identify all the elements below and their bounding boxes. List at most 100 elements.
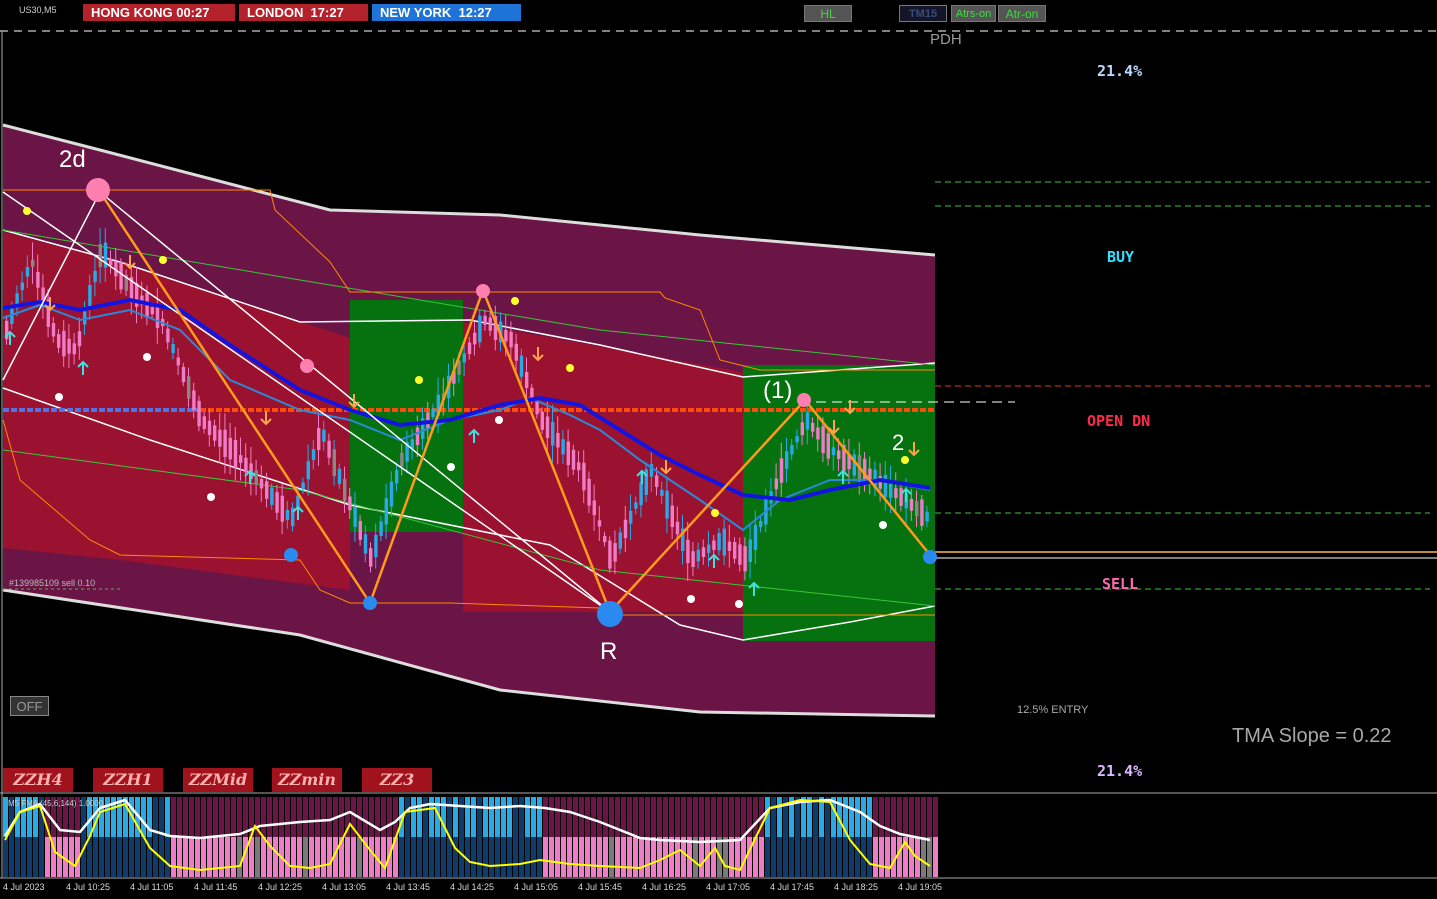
histogram-bar-lower — [189, 837, 194, 877]
sub-indicator-label: M5 FMA (45,6,144) 1.0000 — [8, 799, 104, 808]
candle-body — [504, 329, 508, 342]
histogram-bar-lower — [303, 837, 308, 877]
histogram-bar-lower — [783, 837, 788, 877]
histogram-bar-lower — [843, 837, 848, 877]
candle-body — [431, 408, 435, 417]
candle-body — [915, 501, 919, 517]
off-button[interactable]: OFF — [10, 696, 49, 716]
price-chart[interactable] — [0, 0, 1437, 899]
candle-body — [535, 401, 539, 415]
pivot-high-2d — [86, 178, 110, 202]
histogram-bar-lower — [519, 837, 524, 877]
candle-body — [187, 376, 191, 399]
histogram-bar-lower — [609, 837, 614, 877]
histogram-bar-lower — [933, 837, 938, 877]
histogram-bar-lower — [15, 837, 20, 877]
candle-body — [655, 475, 659, 487]
zzmid-button[interactable]: ZZMid — [183, 768, 253, 792]
histogram-bar-lower — [681, 837, 686, 877]
histogram-bar-upper — [387, 797, 392, 837]
candle-body — [478, 315, 482, 343]
zzh1-button[interactable]: ZZH1 — [93, 768, 163, 792]
top-pct-label: 21.4% — [1097, 62, 1143, 80]
histogram-bar-upper — [483, 797, 488, 837]
histogram-bar-lower — [327, 837, 332, 877]
histogram-bar-upper — [819, 797, 824, 837]
histogram-bar-lower — [315, 837, 320, 877]
histogram-bar-upper — [309, 797, 314, 837]
x-tick: 4 Jul 15:45 — [578, 882, 623, 892]
candle-body — [696, 549, 700, 562]
histogram-bar-lower — [435, 837, 440, 877]
histogram-bar-lower — [831, 837, 836, 877]
x-tick: 4 Jul 19:05 — [898, 882, 943, 892]
candle-body — [363, 534, 368, 554]
histogram-bar-lower — [723, 837, 728, 877]
candle-body — [296, 495, 300, 508]
histogram-bar-upper — [591, 797, 596, 837]
candle-body — [109, 258, 113, 266]
histogram-bar-upper — [105, 797, 110, 837]
candle-body — [51, 323, 56, 337]
candle-body — [753, 524, 758, 550]
histogram-bar-upper — [363, 797, 368, 837]
candle-body — [218, 429, 222, 447]
hl-button[interactable]: HL — [804, 5, 852, 22]
x-tick: 4 Jul 11:05 — [130, 882, 174, 892]
wave-label-2d: 2d — [59, 146, 86, 173]
histogram-bar-lower — [225, 837, 230, 877]
histogram-bar-lower — [471, 837, 476, 877]
histogram-bar-lower — [777, 837, 782, 877]
histogram-bar-upper — [417, 797, 422, 837]
histogram-bar-lower — [897, 837, 902, 877]
histogram-bar-upper — [489, 797, 494, 837]
histogram-bar-upper — [225, 797, 230, 837]
order-label: #139985109 sell 0.10 — [9, 578, 96, 588]
histogram-bar-upper — [411, 797, 416, 837]
candle-body — [353, 507, 357, 527]
histogram-bar-upper — [537, 797, 542, 837]
candle-body — [374, 534, 378, 558]
histogram-bar-lower — [525, 837, 530, 877]
clock-hong-kong: HONG KONG 00:27 — [83, 4, 235, 21]
zzmin-button[interactable]: ZZmin — [272, 768, 342, 792]
atr-on-button[interactable]: Atr-on — [998, 5, 1046, 22]
histogram-bar-lower — [105, 837, 110, 877]
candle-body — [280, 495, 284, 522]
candle-body — [774, 478, 778, 490]
tm15-button[interactable]: TM15 — [899, 5, 947, 22]
candle-body — [831, 447, 836, 456]
histogram-bar-lower — [441, 837, 446, 877]
candle-body — [358, 520, 362, 540]
histogram-bar-upper — [495, 797, 500, 837]
candle-body — [93, 270, 97, 283]
histogram-bar-upper — [501, 797, 506, 837]
candle-body — [57, 334, 61, 348]
atrs-on-button[interactable]: Atrs-on — [951, 5, 996, 22]
histogram-bar-upper — [189, 797, 194, 837]
histogram-bar-lower — [411, 837, 416, 877]
candle-body — [925, 511, 929, 522]
zzh4-button[interactable]: ZZH4 — [3, 768, 73, 792]
pivot-low-small — [284, 548, 298, 562]
histogram-bar-lower — [141, 837, 146, 877]
histogram-bar-lower — [837, 837, 842, 877]
candle-body — [233, 439, 238, 468]
entry-label: 12.5% ENTRY — [1017, 704, 1089, 716]
histogram-bar-lower — [195, 837, 200, 877]
histogram-bar-lower — [423, 837, 428, 877]
histogram-bar-upper — [705, 797, 710, 837]
candle-body — [582, 462, 586, 491]
histogram-bar-upper — [855, 797, 860, 837]
candle-body — [301, 482, 305, 490]
histogram-bar-upper — [219, 797, 224, 837]
histogram-bar-upper — [807, 797, 812, 837]
histogram-bar-lower — [129, 837, 134, 877]
candle-body — [675, 521, 680, 535]
histogram-bar-upper — [717, 797, 722, 837]
candle-body — [509, 331, 513, 348]
x-tick: 4 Jul 15:05 — [514, 882, 559, 892]
candle-body — [275, 492, 279, 513]
histogram-bar-upper — [237, 797, 242, 837]
zz3-button[interactable]: ZZ3 — [362, 768, 432, 792]
